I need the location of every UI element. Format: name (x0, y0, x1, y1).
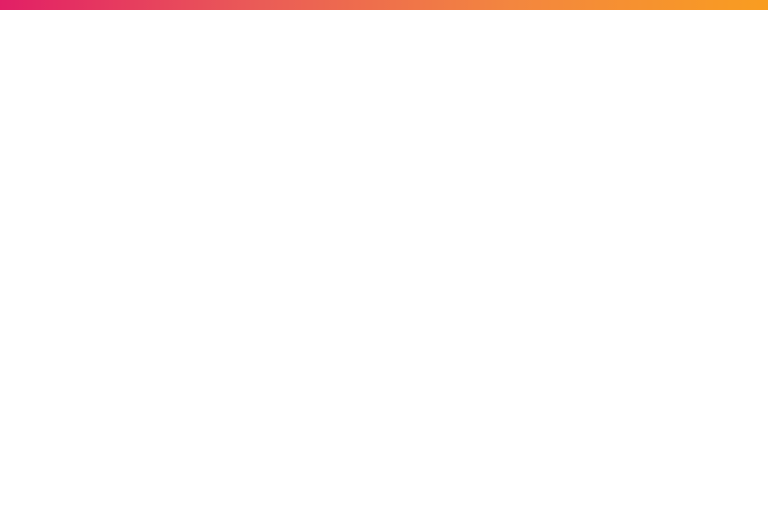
page (0, 0, 768, 517)
top-accent-bar (0, 0, 768, 10)
blank-content-area (0, 10, 768, 517)
